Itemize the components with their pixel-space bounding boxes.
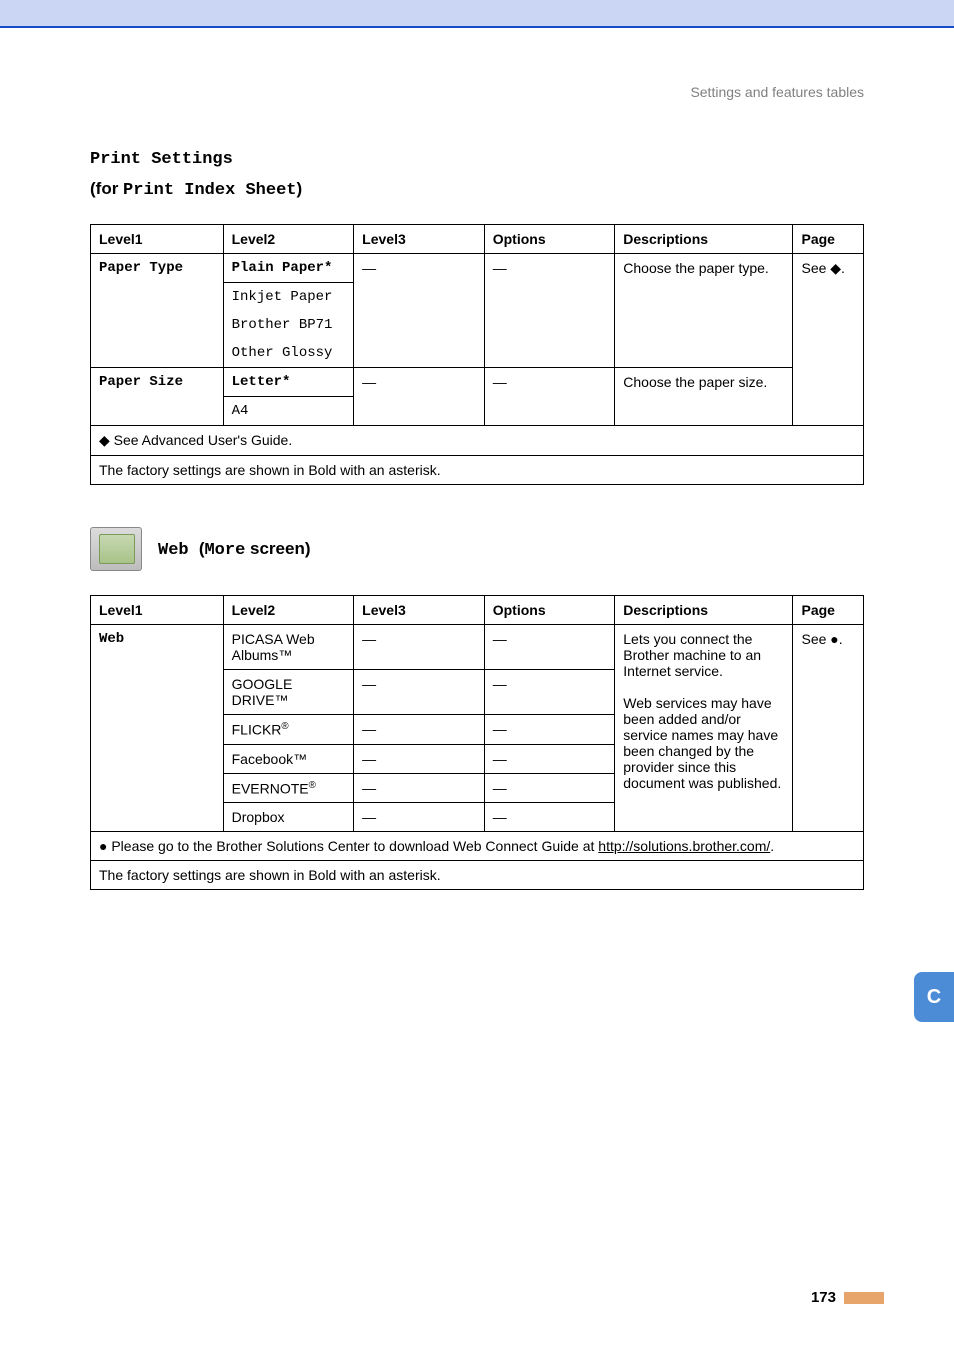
cell-dash: — bbox=[484, 773, 615, 803]
note-factory-settings: The factory settings are shown in Bold w… bbox=[91, 861, 864, 890]
flickr-text: FLICKR bbox=[232, 722, 282, 738]
cell-evernote: EVERNOTE® bbox=[223, 773, 354, 803]
cell-web-desc: Lets you connect the Brother machine to … bbox=[615, 625, 793, 832]
table-note-row: The factory settings are shown in Bold w… bbox=[91, 861, 864, 890]
cell-paper-size: Paper Size bbox=[91, 368, 224, 426]
desc-text-1: Lets you connect the Brother machine to … bbox=[623, 631, 761, 679]
table-header-row: Level1 Level2 Level3 Options Description… bbox=[91, 225, 864, 254]
footer-accent-bar bbox=[844, 1292, 884, 1304]
section-tab-c[interactable]: C bbox=[914, 972, 954, 1022]
cell-dash: — bbox=[354, 625, 485, 670]
cell-page-ref: See ●. bbox=[793, 625, 864, 832]
table-row: Web PICASA Web Albums™ — — Lets you conn… bbox=[91, 625, 864, 670]
web-heading-label: Web bbox=[158, 541, 199, 560]
table-note-row: ◆ See Advanced User's Guide. bbox=[91, 426, 864, 456]
solutions-link[interactable]: http://solutions.brother.com/ bbox=[598, 838, 770, 854]
subtitle-prefix: (for bbox=[90, 179, 123, 198]
web-heading-more: More bbox=[204, 541, 245, 560]
cell-paper-type: Paper Type bbox=[91, 254, 224, 368]
section-title-print-settings: Print Settings bbox=[90, 150, 864, 169]
cell-inkjet: Inkjet Paper bbox=[223, 283, 354, 312]
th-page: Page bbox=[793, 596, 864, 625]
th-descriptions: Descriptions bbox=[615, 225, 793, 254]
section-head-web: Web (More screen) bbox=[90, 527, 864, 571]
table-header-row: Level1 Level2 Level3 Options Description… bbox=[91, 596, 864, 625]
subtitle-mono: Print Index Sheet bbox=[123, 181, 296, 200]
th-descriptions: Descriptions bbox=[615, 596, 793, 625]
breadcrumb: Settings and features tables bbox=[90, 84, 864, 100]
cell-a4: A4 bbox=[223, 397, 354, 426]
reg-mark: ® bbox=[309, 780, 316, 791]
table-row: Paper Size Letter* — — Choose the paper … bbox=[91, 368, 864, 397]
cell-dash: — bbox=[354, 368, 485, 426]
cell-desc-paper-size: Choose the paper size. bbox=[615, 368, 793, 426]
note-factory-settings: The factory settings are shown in Bold w… bbox=[91, 456, 864, 485]
cell-dash: — bbox=[484, 744, 615, 773]
reg-mark: ® bbox=[281, 721, 288, 732]
cell-dash: — bbox=[354, 715, 485, 745]
desc-text-2: Web services may have been added and/or … bbox=[623, 695, 781, 791]
note-suffix: . bbox=[770, 838, 774, 854]
cell-dash: — bbox=[484, 368, 615, 426]
th-options: Options bbox=[484, 596, 615, 625]
page-content: Settings and features tables Print Setti… bbox=[0, 28, 954, 972]
cell-plain-paper: Plain Paper* bbox=[223, 254, 354, 283]
section-subtitle: (for Print Index Sheet) bbox=[90, 179, 864, 200]
cell-dash: — bbox=[484, 625, 615, 670]
cell-picasa: PICASA Web Albums™ bbox=[223, 625, 354, 670]
page-number: 173 bbox=[811, 1289, 836, 1306]
cell-flickr: FLICKR® bbox=[223, 715, 354, 745]
th-level1: Level1 bbox=[91, 225, 224, 254]
cell-dash: — bbox=[354, 670, 485, 715]
folder-icon bbox=[90, 527, 142, 571]
subtitle-suffix: ) bbox=[296, 179, 302, 198]
table-print-settings: Level1 Level2 Level3 Options Description… bbox=[90, 224, 864, 485]
cell-dash: — bbox=[354, 744, 485, 773]
cell-dash: — bbox=[354, 803, 485, 832]
cell-facebook: Facebook™ bbox=[223, 744, 354, 773]
cell-page-ref: See ◆. bbox=[793, 254, 864, 426]
th-options: Options bbox=[484, 225, 615, 254]
th-level3: Level3 bbox=[354, 596, 485, 625]
cell-dash: — bbox=[484, 254, 615, 368]
note-solutions-center: ● Please go to the Brother Solutions Cen… bbox=[91, 832, 864, 861]
th-level1: Level1 bbox=[91, 596, 224, 625]
cell-letter: Letter* bbox=[223, 368, 354, 397]
cell-dash: — bbox=[354, 254, 485, 368]
cell-dash: — bbox=[484, 670, 615, 715]
cell-dropbox: Dropbox bbox=[223, 803, 354, 832]
cell-dash: — bbox=[354, 773, 485, 803]
th-level2: Level2 bbox=[223, 225, 354, 254]
cell-dash: — bbox=[484, 803, 615, 832]
note-prefix: ● Please go to the Brother Solutions Cen… bbox=[99, 838, 598, 854]
cell-dash: — bbox=[484, 715, 615, 745]
cell-bp71: Brother BP71 bbox=[223, 311, 354, 339]
evernote-text: EVERNOTE bbox=[232, 780, 309, 796]
table-web: Level1 Level2 Level3 Options Description… bbox=[90, 595, 864, 890]
table-note-row: The factory settings are shown in Bold w… bbox=[91, 456, 864, 485]
th-page: Page bbox=[793, 225, 864, 254]
note-advanced-guide: ◆ See Advanced User's Guide. bbox=[91, 426, 864, 456]
cell-google-drive: GOOGLE DRIVE™ bbox=[223, 670, 354, 715]
cell-other-glossy: Other Glossy bbox=[223, 339, 354, 368]
th-level2: Level2 bbox=[223, 596, 354, 625]
th-level3: Level3 bbox=[354, 225, 485, 254]
web-heading-rest: screen) bbox=[245, 539, 310, 558]
page-footer: 173 bbox=[811, 1289, 884, 1306]
table-note-row: ● Please go to the Brother Solutions Cen… bbox=[91, 832, 864, 861]
table-row: Paper Type Plain Paper* — — Choose the p… bbox=[91, 254, 864, 283]
cell-desc-paper-type: Choose the paper type. bbox=[615, 254, 793, 368]
top-accent-bar bbox=[0, 0, 954, 28]
cell-web: Web bbox=[91, 625, 224, 832]
web-heading: Web (More screen) bbox=[158, 539, 311, 560]
